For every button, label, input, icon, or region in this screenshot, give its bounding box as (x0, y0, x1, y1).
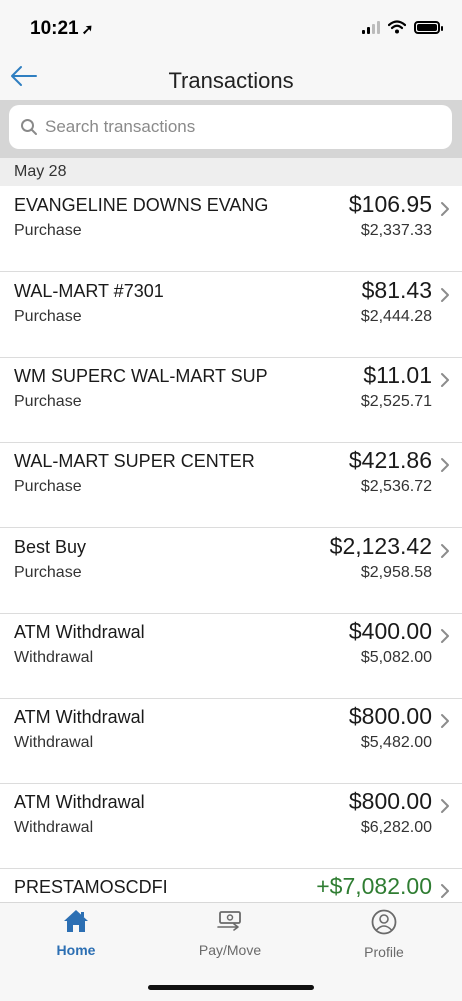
tab-profile-label: Profile (364, 944, 404, 960)
section-header-date: May 28 (0, 158, 462, 186)
transaction-type: Purchase (14, 308, 82, 325)
transaction-amount: $11.01 (363, 362, 432, 388)
running-balance: $6,282.00 (360, 819, 432, 836)
person-circle-icon (371, 909, 397, 935)
transaction-name: Best Buy (14, 537, 87, 557)
transaction-type: Purchase (14, 222, 82, 239)
transaction-amount: $106.95 (348, 191, 432, 217)
tab-pay-move-label: Pay/Move (198, 942, 262, 958)
tab-home-label: Home (56, 942, 96, 958)
chevron-right-icon (441, 629, 449, 643)
money-transfer-icon (217, 911, 241, 931)
transaction-row[interactable]: WM SUPERC WAL-MART SUP Purchase $11.01 $… (0, 357, 462, 443)
transaction-type: Purchase (14, 564, 82, 581)
home-icon (64, 910, 88, 932)
chevron-right-icon (441, 714, 449, 728)
transaction-amount: +$7,082.00 (316, 873, 432, 899)
transaction-amount: $2,123.42 (329, 533, 432, 559)
search-field[interactable] (9, 105, 452, 149)
running-balance: $2,525.71 (360, 393, 432, 410)
transaction-type: Purchase (14, 393, 82, 410)
transaction-name: ATM Withdrawal (14, 622, 145, 642)
search-bar-container (0, 100, 462, 158)
transaction-row[interactable]: WAL-MART #7301 Purchase $81.43 $2,444.28 (0, 272, 462, 358)
clock-text: 10:21 (30, 18, 79, 39)
running-balance: $5,482.00 (360, 734, 432, 751)
chevron-right-icon (441, 288, 449, 302)
transaction-row[interactable]: Best Buy Purchase $2,123.42 $2,958.58 (0, 528, 462, 614)
transaction-row[interactable]: ATM Withdrawal Withdrawal $800.00 $6,282… (0, 783, 462, 869)
chevron-right-icon (441, 799, 449, 813)
status-time: 10:21 ➚ (30, 18, 93, 40)
search-input[interactable] (45, 117, 425, 137)
transaction-amount: $421.86 (348, 447, 432, 473)
running-balance: $2,536.72 (360, 478, 432, 495)
transaction-name: ATM Withdrawal (14, 792, 145, 812)
tab-home[interactable]: Home (16, 909, 136, 958)
nav-bar: Transactions (0, 52, 462, 102)
status-icons (362, 20, 443, 34)
wifi-icon (388, 20, 406, 34)
running-balance: $5,082.00 (360, 649, 432, 666)
location-arrow-icon: ➚ (81, 21, 94, 37)
running-balance: $2,958.58 (360, 564, 432, 581)
transaction-name: WM SUPERC WAL-MART SUP (14, 366, 268, 386)
transaction-name: WAL-MART #7301 (14, 281, 164, 301)
transaction-amount: $81.43 (361, 277, 432, 303)
chevron-right-icon (441, 373, 449, 387)
chevron-right-icon (441, 458, 449, 472)
search-icon (21, 119, 37, 135)
page-title: Transactions (168, 68, 294, 93)
transaction-amount: $800.00 (348, 703, 432, 729)
top-bar: 10:21 ➚ Transactions (0, 0, 462, 100)
transaction-name: WAL-MART SUPER CENTER (14, 451, 255, 471)
tab-pay-move[interactable]: Pay/Move (170, 909, 290, 958)
running-balance: $2,337.33 (360, 222, 432, 239)
status-bar: 10:21 ➚ (0, 0, 462, 52)
transaction-row[interactable]: ATM Withdrawal Withdrawal $800.00 $5,482… (0, 698, 462, 784)
home-indicator (148, 985, 314, 990)
chevron-right-icon (441, 544, 449, 558)
transaction-row[interactable]: EVANGELINE DOWNS EVANG Purchase $106.95 … (0, 186, 462, 272)
cellular-signal-icon (362, 20, 380, 34)
transaction-name: PRESTAMOSCDFI (14, 877, 168, 897)
transaction-type: Withdrawal (14, 649, 94, 666)
transaction-name: EVANGELINE DOWNS EVANG (14, 195, 269, 215)
transaction-type: Purchase (14, 478, 82, 495)
transaction-row[interactable]: WAL-MART SUPER CENTER Purchase $421.86 $… (0, 442, 462, 528)
transaction-amount: $400.00 (348, 618, 432, 644)
running-balance: $2,444.28 (360, 308, 432, 325)
transaction-row[interactable]: ATM Withdrawal Withdrawal $400.00 $5,082… (0, 613, 462, 699)
transaction-name: ATM Withdrawal (14, 707, 145, 727)
chevron-right-icon (441, 202, 449, 216)
tab-profile[interactable]: Profile (324, 909, 444, 960)
battery-icon (414, 20, 443, 34)
transaction-type: Withdrawal (14, 734, 94, 751)
chevron-right-icon (441, 884, 449, 898)
transaction-amount: $800.00 (348, 788, 432, 814)
transaction-type: Withdrawal (14, 819, 94, 836)
